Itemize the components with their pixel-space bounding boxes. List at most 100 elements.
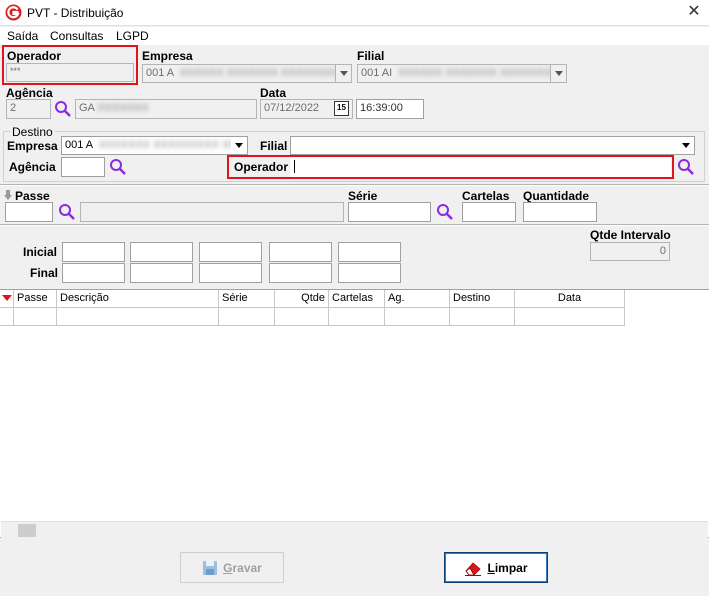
passe-label: Passe xyxy=(15,189,50,203)
destino-empresa-value: 001 A xyxy=(65,139,93,151)
destino-agencia-label: Agência xyxy=(9,160,56,174)
destino-filial-dropdown-button[interactable] xyxy=(678,137,694,154)
column-header-ag[interactable]: Ag. xyxy=(385,290,450,308)
save-icon xyxy=(203,560,218,575)
chevron-down-icon xyxy=(554,71,563,76)
column-header-destino[interactable]: Destino xyxy=(450,290,515,308)
final-input-2[interactable] xyxy=(130,263,193,283)
calendar-icon-label: 15 xyxy=(337,103,346,112)
final-input-5[interactable] xyxy=(338,263,401,283)
grid-cell[interactable] xyxy=(450,308,515,326)
limpar-label: Limpar xyxy=(487,560,528,575)
destino-agencia-input[interactable] xyxy=(61,157,105,177)
qtde-intervalo-label: Qtde Intervalo xyxy=(590,228,671,242)
search-icon[interactable] xyxy=(58,203,76,221)
passe-input[interactable] xyxy=(5,202,53,222)
hora-field: 16:39:00 xyxy=(356,99,424,119)
empresa-dropdown-button[interactable] xyxy=(335,65,351,82)
limpar-button[interactable]: Limpar xyxy=(444,552,548,583)
agencia-name-redacted: XXXXXXX xyxy=(97,102,149,114)
filial-dropdown-button[interactable] xyxy=(550,65,566,82)
empresa-label: Empresa xyxy=(142,49,193,63)
cartelas-input[interactable] xyxy=(462,202,516,222)
inicial-input-1[interactable] xyxy=(62,242,125,262)
window-title: PVT - Distribuição xyxy=(27,6,124,20)
column-header-serie[interactable]: Série xyxy=(219,290,275,308)
gravar-button[interactable]: Gravar xyxy=(180,552,284,583)
serie-input[interactable] xyxy=(348,202,431,222)
close-window-button[interactable]: ✕ xyxy=(683,2,705,24)
agencia-label: Agência xyxy=(6,86,53,100)
data-label: Data xyxy=(260,86,287,100)
menu-saida[interactable]: Saída xyxy=(7,29,38,43)
grid-cell[interactable] xyxy=(385,308,450,326)
column-header-qtde[interactable]: Qtde xyxy=(275,290,329,308)
column-header-descricao[interactable]: Descrição xyxy=(57,290,219,308)
final-input-4[interactable] xyxy=(269,263,332,283)
inicial-input-5[interactable] xyxy=(338,242,401,262)
qtde-intervalo-value: 0 xyxy=(659,245,666,257)
destino-empresa-dropdown-button[interactable] xyxy=(231,137,247,154)
sort-arrow-icon xyxy=(2,295,12,301)
search-icon[interactable] xyxy=(54,100,72,118)
destino-operador-label: Operador xyxy=(234,160,289,174)
down-arrow-icon xyxy=(4,190,12,200)
filial-redacted: XXXXXX XXXXXXX XXXXXXXX xyxy=(395,67,559,79)
grid-cell[interactable] xyxy=(329,308,385,326)
empresa-redacted: XXXXXX XXXXXXX XXXXXXXX XX xyxy=(176,67,352,79)
operador-value: *** xyxy=(10,66,21,76)
final-input-1[interactable] xyxy=(62,263,125,283)
grid-cell[interactable] xyxy=(0,308,14,326)
grid-cell[interactable] xyxy=(219,308,275,326)
scrollbar-thumb[interactable] xyxy=(18,524,36,537)
distribution-grid[interactable]: Passe Descrição Série Qtde Cartelas Ag. … xyxy=(0,289,709,538)
menu-lgpd[interactable]: LGPD xyxy=(116,29,149,43)
filial-label: Filial xyxy=(357,49,385,63)
search-icon[interactable] xyxy=(436,203,454,221)
separator xyxy=(0,224,709,226)
column-header-passe[interactable]: Passe xyxy=(14,290,57,308)
filial-combo[interactable]: 001 AI XXXXXX XXXXXXX XXXXXXXX xyxy=(357,64,567,83)
menu-bar: Saída Consultas LGPD xyxy=(0,27,709,45)
chevron-down-icon xyxy=(682,143,690,148)
inicial-input-2[interactable] xyxy=(130,242,193,262)
data-value: 07/12/2022 xyxy=(264,102,320,114)
destino-operador-input[interactable] xyxy=(290,157,671,177)
eraser-icon xyxy=(465,561,482,576)
serie-label: Série xyxy=(348,189,378,203)
qtde-intervalo-field: 0 xyxy=(590,242,670,261)
inicial-input-3[interactable] xyxy=(199,242,262,262)
inicial-label: Inicial xyxy=(23,245,58,259)
destino-empresa-combo[interactable]: 001 A XXXXXXX XXXXXXXXX XXX xyxy=(61,136,248,155)
agencia-value: 2 xyxy=(10,102,17,114)
calendar-icon[interactable]: 15 xyxy=(334,101,349,116)
separator xyxy=(0,184,709,186)
empresa-combo[interactable]: 001 A XXXXXX XXXXXXX XXXXXXXX XX xyxy=(142,64,352,83)
search-icon[interactable] xyxy=(677,158,695,176)
column-header-cartelas[interactable]: Cartelas xyxy=(329,290,385,308)
quantidade-input[interactable] xyxy=(523,202,597,222)
inicial-input-4[interactable] xyxy=(269,242,332,262)
column-header-data[interactable]: Data xyxy=(515,290,625,308)
destino-filial-label: Filial xyxy=(260,139,288,153)
operador-label: Operador xyxy=(7,49,62,63)
agencia-name-value: GA xyxy=(79,102,95,114)
cartelas-label: Cartelas xyxy=(462,189,510,203)
gravar-label: Gravar xyxy=(223,560,262,575)
destino-empresa-label: Empresa xyxy=(7,139,58,153)
destino-filial-combo[interactable] xyxy=(290,136,695,155)
final-input-3[interactable] xyxy=(199,263,262,283)
quantidade-label: Quantidade xyxy=(523,189,590,203)
horizontal-scrollbar[interactable] xyxy=(1,521,708,538)
grid-cell[interactable] xyxy=(275,308,329,326)
filial-value: 001 AI xyxy=(361,67,393,79)
destino-group-label: Destino xyxy=(10,125,55,139)
chevron-down-icon xyxy=(339,71,348,76)
final-label: Final xyxy=(30,266,59,280)
search-icon[interactable] xyxy=(109,158,127,176)
grid-indicator-header xyxy=(0,290,14,308)
grid-cell[interactable] xyxy=(515,308,625,326)
grid-cell[interactable] xyxy=(14,308,57,326)
menu-consultas[interactable]: Consultas xyxy=(50,29,103,43)
grid-cell[interactable] xyxy=(57,308,219,326)
